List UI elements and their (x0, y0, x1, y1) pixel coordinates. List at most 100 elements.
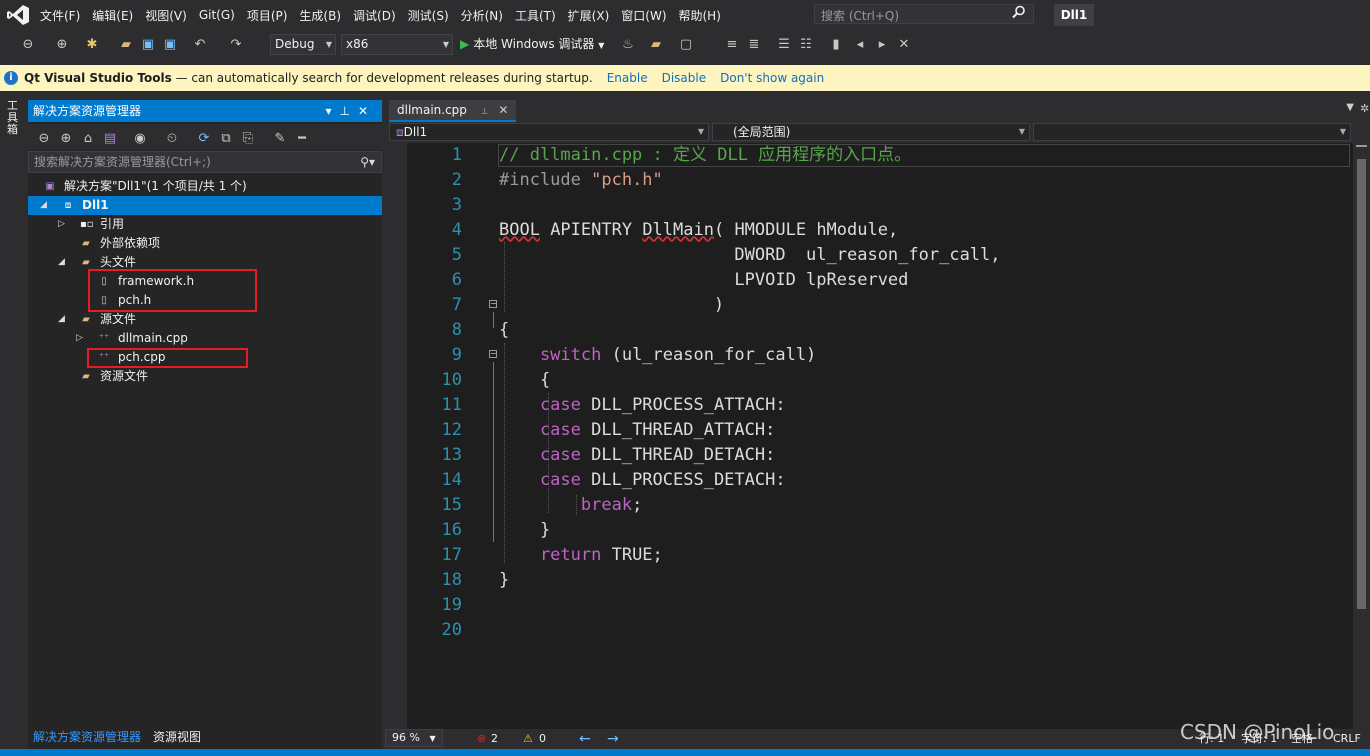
scroll-split-icon[interactable] (1356, 145, 1367, 153)
global-scope-select[interactable]: (全局范围) ▼ (712, 123, 1030, 141)
sync-icon[interactable]: ⟳ (196, 131, 212, 147)
show-all-files-icon[interactable]: ⎘ (240, 131, 256, 147)
collapse-all-icon[interactable]: ⧉ (218, 131, 234, 147)
member-scope-select[interactable]: ▼ (1033, 123, 1351, 141)
home-icon[interactable]: ⌂ (80, 131, 96, 147)
indent-icon[interactable]: ≡ (724, 37, 740, 53)
toolbox-tab[interactable]: 工具箱 (7, 100, 19, 136)
expanded-arrow-icon[interactable]: ◢ (58, 253, 65, 272)
string-token: "pch.h" (591, 170, 663, 190)
warning-count[interactable]: 0 (539, 729, 546, 749)
configuration-select[interactable]: Debug ▼ (270, 34, 336, 55)
preview-icon[interactable]: ━ (294, 131, 310, 147)
new-project-icon[interactable]: ✱ (84, 37, 100, 53)
clear-bookmarks-icon[interactable]: ✕ (896, 37, 912, 53)
tab-solution-explorer[interactable]: 解决方案资源管理器 (28, 727, 147, 747)
tab-resource-view[interactable]: 资源视图 (148, 727, 206, 747)
forward-arrow-icon[interactable]: → (607, 729, 619, 749)
menu-extensions[interactable]: 扩展(X) (562, 7, 616, 24)
gear-icon[interactable]: ✲ (1360, 102, 1369, 115)
tree-resource-files-node[interactable]: ▰ 资源文件 (28, 367, 382, 386)
menu-help[interactable]: 帮助(H) (673, 7, 727, 24)
open-file-icon[interactable]: ▰ (118, 37, 134, 53)
screenshot-icon[interactable]: ▢ (678, 37, 694, 53)
back-arrow-icon[interactable]: ← (579, 729, 591, 749)
bookmark-icon[interactable]: ▮ (828, 37, 844, 53)
comment-icon[interactable]: ☰ (776, 37, 792, 53)
next-bookmark-icon[interactable]: ▸ (874, 37, 890, 53)
line-number: 15 (441, 495, 462, 515)
pin-icon[interactable]: ⊥ (339, 104, 357, 118)
undo-icon[interactable]: ↶ (192, 37, 208, 53)
dropdown-icon[interactable]: ▾ (325, 104, 339, 118)
tree-project-node[interactable]: ◢ ⧈ Dll1 (28, 196, 382, 215)
redo-icon[interactable]: ↷ (228, 37, 244, 53)
tree-source-files-node[interactable]: ◢ ▰ 源文件 (28, 310, 382, 329)
back-icon[interactable]: ⊖ (36, 131, 52, 147)
search-icon[interactable]: ⚲▾ (360, 152, 375, 172)
pin-icon[interactable]: ⊥ (481, 107, 489, 117)
zoom-select[interactable]: 96 % ▼ (385, 729, 443, 747)
previous-bookmark-icon[interactable]: ◂ (852, 37, 868, 53)
menu-debug[interactable]: 调试(D) (347, 7, 402, 24)
line-number: 12 (441, 420, 462, 440)
menu-view[interactable]: 视图(V) (139, 7, 193, 24)
global-search-input[interactable]: 搜索 (Ctrl+Q) (814, 4, 1034, 24)
platform-select[interactable]: x86 ▼ (341, 34, 453, 55)
menu-test[interactable]: 测试(S) (402, 7, 455, 24)
menu-window[interactable]: 窗口(W) (615, 7, 672, 24)
dont-show-again-link[interactable]: Don't show again (720, 71, 824, 85)
menu-project[interactable]: 项目(P) (241, 7, 294, 24)
menu-git[interactable]: Git(G) (193, 8, 241, 22)
solution-search-input[interactable]: 搜索解决方案资源管理器(Ctrl+;) ⚲▾ (28, 151, 382, 173)
scrollbar-thumb[interactable] (1357, 159, 1366, 609)
expanded-arrow-icon[interactable]: ◢ (58, 310, 65, 329)
expanded-arrow-icon[interactable]: ◢ (40, 196, 47, 215)
menu-tools[interactable]: 工具(T) (509, 7, 562, 24)
outdent-icon[interactable]: ≣ (746, 37, 762, 53)
close-icon[interactable]: ✕ (498, 103, 508, 117)
collapsed-arrow-icon[interactable]: ▷ (58, 215, 65, 234)
save-icon[interactable]: ▣ (140, 37, 156, 53)
play-icon: ▶ (460, 37, 470, 51)
project-scope-select[interactable]: ⧈Dll1 ▼ (389, 123, 709, 141)
properties-wrench-icon[interactable]: ✎ (272, 131, 288, 147)
forward-icon[interactable]: ⊕ (58, 131, 74, 147)
collapsed-arrow-icon[interactable]: ▷ (76, 329, 83, 348)
navigate-back-icon[interactable]: ⊖ (20, 37, 36, 53)
collapse-outline-icon[interactable]: − (489, 300, 497, 308)
tab-dllmain-cpp[interactable]: dllmain.cpp ⊥ ✕ (389, 100, 517, 122)
line-number: 11 (441, 395, 462, 415)
collapse-outline-icon[interactable]: − (489, 350, 497, 358)
label-token: DLL_THREAD_DETACH: (580, 445, 776, 465)
tree-external-deps-node[interactable]: ▰ 外部依赖项 (28, 234, 382, 253)
preprocessor-token: #include (499, 170, 592, 190)
browse-folder-icon[interactable]: ▰ (648, 37, 664, 53)
error-icon[interactable]: ⊗ (477, 729, 486, 749)
pending-changes-icon[interactable]: ⏲ (164, 131, 180, 147)
error-count[interactable]: 2 (491, 729, 498, 749)
show-all-icon[interactable]: ◉ (132, 131, 148, 147)
menu-edit[interactable]: 编辑(E) (86, 7, 139, 24)
folder-icon: ▰ (82, 314, 90, 325)
vertical-scrollbar[interactable] (1353, 143, 1370, 729)
tree-solution-node[interactable]: ▣ 解决方案"Dll1"(1 个项目/共 1 个) (28, 177, 382, 196)
tree-file-dllmain-cpp[interactable]: ▷ ⁺⁺ dllmain.cpp (28, 329, 382, 348)
start-debugging-button[interactable]: ▶ 本地 Windows 调试器 ▼ (460, 34, 604, 55)
menu-build[interactable]: 生成(B) (293, 7, 347, 24)
search-icon[interactable] (1012, 5, 1026, 19)
menu-analyze[interactable]: 分析(N) (455, 7, 509, 24)
visual-studio-logo-icon[interactable] (6, 4, 30, 26)
uncomment-icon[interactable]: ☷ (798, 37, 814, 53)
enable-link[interactable]: Enable (607, 71, 648, 85)
navigate-forward-icon[interactable]: ⊕ (54, 37, 70, 53)
close-icon[interactable]: ✕ (358, 104, 376, 118)
hot-reload-icon[interactable]: ♨ (620, 37, 636, 53)
tree-references-node[interactable]: ▷ ▪▫ 引用 (28, 215, 382, 234)
warning-icon[interactable]: ⚠ (523, 729, 533, 749)
menu-file[interactable]: 文件(F) (34, 7, 86, 24)
disable-link[interactable]: Disable (662, 71, 707, 85)
switch-views-icon[interactable]: ▤ (102, 131, 118, 147)
line-number: 16 (441, 520, 462, 540)
save-all-icon[interactable]: ▣ (162, 37, 178, 53)
